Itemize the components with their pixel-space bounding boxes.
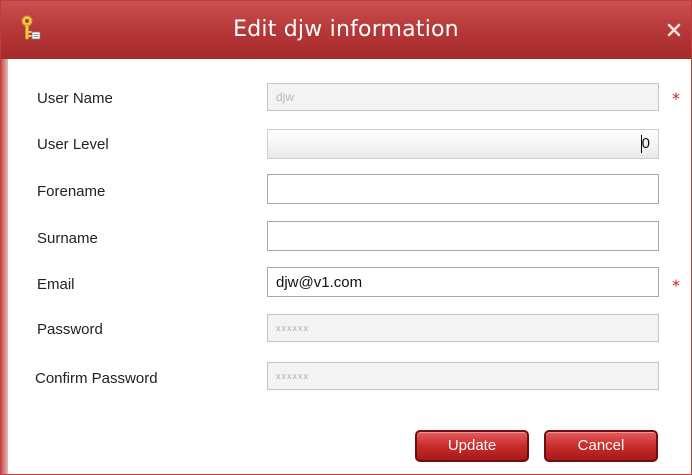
update-button[interactable]: Update	[415, 430, 529, 462]
left-accent-strip	[1, 59, 8, 474]
password-field	[267, 314, 659, 342]
forename-field[interactable]	[267, 174, 659, 204]
title-bar: Edit djw information	[1, 1, 691, 59]
password-label: Password	[37, 321, 103, 338]
email-label: Email	[37, 276, 75, 293]
confirm-password-label: Confirm Password	[35, 370, 158, 387]
surname-field[interactable]	[267, 221, 659, 251]
user-level-value: 0	[641, 135, 650, 152]
edit-user-dialog: Edit djw information User Name * User Le…	[0, 0, 692, 475]
user-name-required-mark: *	[672, 89, 680, 108]
forename-label: Forename	[37, 183, 106, 200]
user-level-stepper[interactable]: 0	[267, 129, 659, 159]
confirm-password-field	[267, 362, 659, 390]
cancel-button[interactable]: Cancel	[544, 430, 658, 462]
user-level-label: User Level	[37, 136, 109, 153]
user-name-field	[267, 83, 659, 111]
surname-label: Surname	[37, 230, 98, 247]
user-name-label: User Name	[37, 90, 113, 107]
email-field[interactable]	[267, 267, 659, 297]
dialog-title: Edit djw information	[233, 17, 459, 42]
email-required-mark: *	[672, 276, 680, 295]
close-icon[interactable]	[665, 21, 683, 39]
